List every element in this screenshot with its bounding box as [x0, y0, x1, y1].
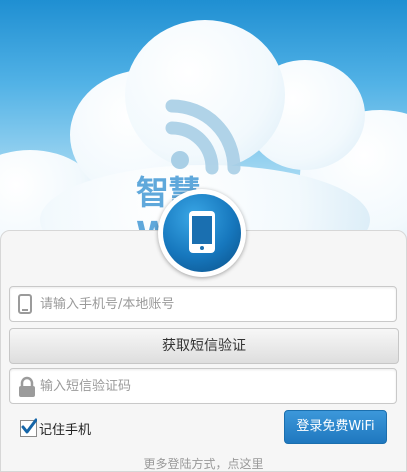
remember-phone[interactable]: 记住手机: [20, 418, 91, 438]
get-sms-code-button[interactable]: 获取短信验证: [9, 328, 399, 364]
phone-badge: [158, 189, 246, 277]
mobile-phone-icon: [18, 294, 32, 318]
sms-code-field[interactable]: [9, 368, 397, 404]
mobile-phone-icon: [163, 194, 241, 272]
login-free-wifi-button[interactable]: 登录免费WiFi: [284, 410, 387, 444]
more-login-options-link[interactable]: 更多登陆方式，点这里: [0, 455, 407, 472]
remember-checkbox[interactable]: [20, 418, 37, 437]
phone-input[interactable]: [40, 287, 380, 321]
phone-field[interactable]: [9, 286, 397, 322]
sms-code-input[interactable]: [40, 369, 380, 403]
lock-icon: [18, 376, 36, 402]
remember-label: 记住手机: [39, 422, 92, 438]
